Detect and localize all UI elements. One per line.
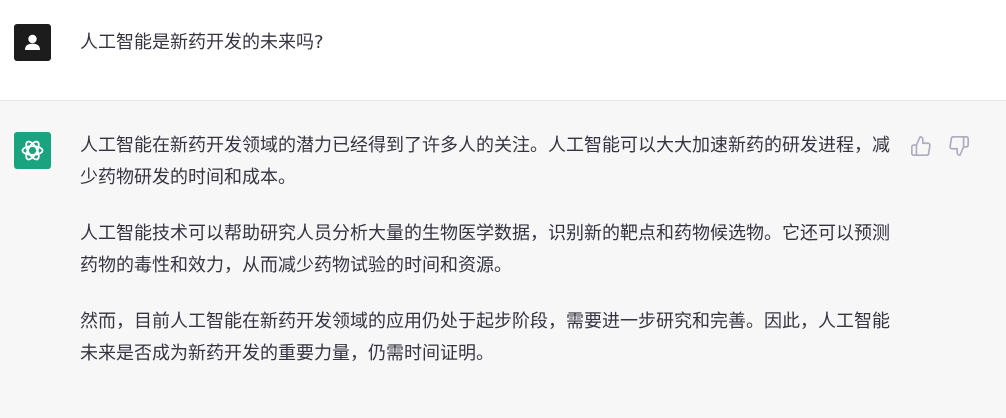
thumbs-down-icon[interactable] bbox=[948, 135, 970, 157]
user-message-text: 人工智能是新药开发的未来吗? bbox=[80, 32, 324, 53]
feedback-buttons bbox=[910, 135, 970, 157]
answer-paragraph: 人工智能在新药开发领域的潜力已经得到了许多人的关注。人工智能可以大大加速新药的研… bbox=[80, 135, 890, 188]
answer-paragraph: 然而，目前人工智能在新药开发领域的应用仍处于起步阶段，需要进一步研究和完善。因此… bbox=[80, 311, 890, 364]
thumbs-up-icon[interactable] bbox=[910, 135, 932, 157]
openai-logo-icon bbox=[21, 140, 44, 161]
answer-paragraph: 人工智能技术可以帮助研究人员分析大量的生物医学数据，识别新的靶点和药物候选物。它… bbox=[80, 223, 890, 276]
assistant-message-row: 人工智能在新药开发领域的潜力已经得到了许多人的关注。人工智能可以大大加速新药的研… bbox=[0, 101, 1006, 418]
user-message-row: 人工智能是新药开发的未来吗? bbox=[0, 0, 1006, 101]
assistant-avatar bbox=[14, 132, 51, 169]
user-avatar bbox=[14, 24, 51, 61]
assistant-answer: 人工智能在新药开发领域的潜力已经得到了许多人的关注。人工智能可以大大加速新药的研… bbox=[80, 130, 890, 394]
user-silhouette-icon bbox=[25, 34, 40, 50]
